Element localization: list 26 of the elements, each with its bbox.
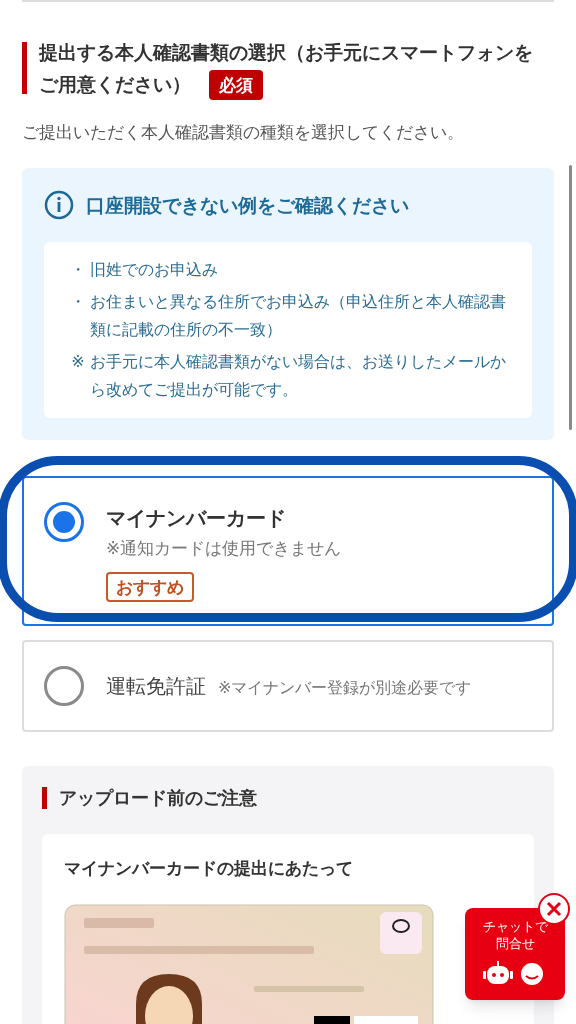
accent-bar: [22, 42, 27, 94]
accent-bar: [42, 787, 47, 809]
close-icon: [546, 901, 562, 917]
instruction-text: ご提出いただく本人確認書類の種類を選択してください。: [22, 121, 465, 144]
list-marker: ※: [70, 351, 86, 373]
list-marker: ・: [69, 259, 87, 281]
chat-button[interactable]: チャットで問合せ: [465, 908, 565, 1000]
option-card[interactable]: 運転免許証 ※マイナンバー登録が別途必要です: [22, 640, 554, 732]
option-label: 運転免許証: [106, 673, 206, 700]
card-title: マイナンバーカードの提出にあたって: [64, 857, 354, 880]
notice-title: 口座開設できない例をご確認ください: [86, 192, 409, 218]
precautions-title: アップロード前のご注意: [59, 786, 257, 810]
radio-button[interactable]: [44, 502, 84, 542]
notice-item: 旧姓でのお申込み: [90, 259, 218, 281]
option-label: マイナンバーカード: [106, 505, 286, 532]
option-note: ※マイナンバー登録が別途必要です: [218, 677, 472, 699]
recommended-tag: おすすめ: [106, 572, 194, 602]
option-card[interactable]: マイナンバーカード ※通知カードは使用できません おすすめ: [22, 476, 554, 626]
required-badge: 必須: [209, 70, 263, 100]
radio-button[interactable]: [44, 666, 84, 706]
notice-item: お住まいと異なる住所でお申込み（申込住所と本人確認書類に記載の住所の不一致）: [90, 291, 507, 341]
notice-item: お手元に本人確認書類がない場合は、お送りしたメールから改めてご提出が可能です。: [90, 351, 507, 401]
list-marker: ・: [69, 291, 87, 313]
section-title: 提出する本人確認書類の選択（お手元にスマートフォンをご用意ください） 必須: [39, 36, 540, 100]
info-icon: [44, 190, 74, 220]
option-note: ※通知カードは使用できません: [106, 537, 342, 560]
